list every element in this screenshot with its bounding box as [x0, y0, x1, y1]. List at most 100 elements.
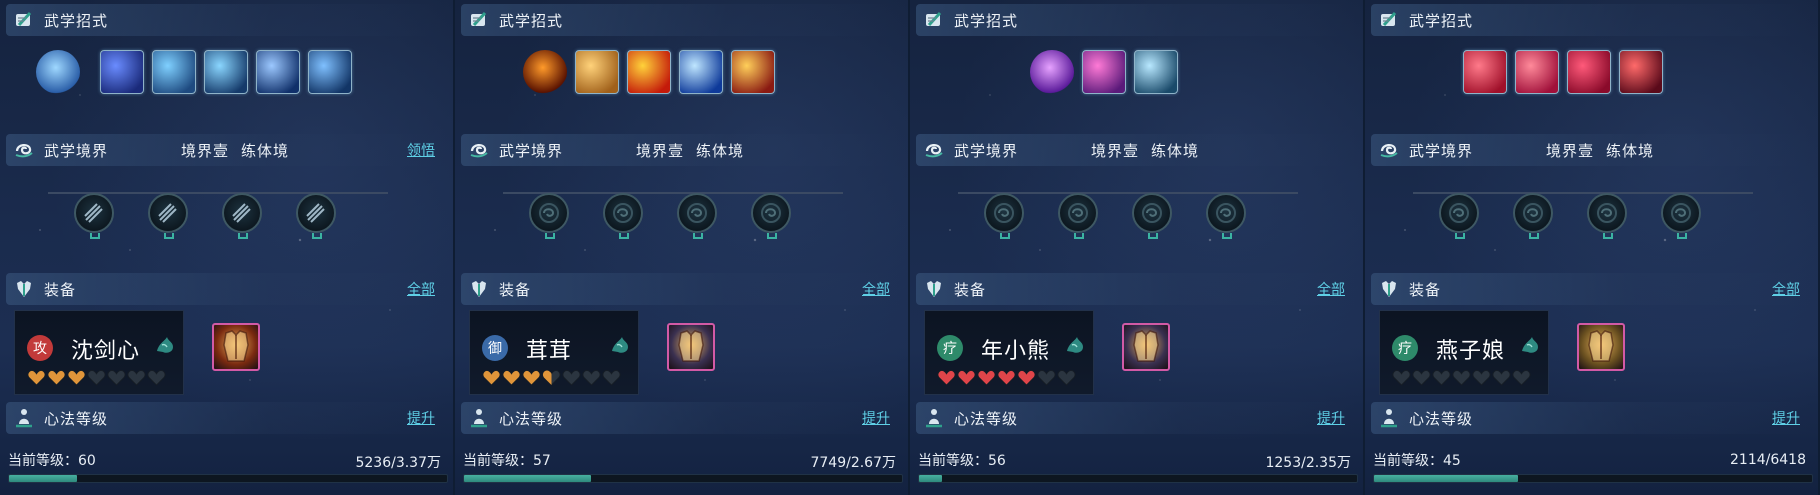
scroll-icon — [468, 9, 490, 31]
hero-panel: 武学招式 武学境界 境界壹 练体境 领悟 装备 全部攻沈剑心 心法等级 提升 当前等级：60 523… — [0, 0, 453, 495]
lightning-strike-icon[interactable] — [256, 50, 300, 94]
locked-swirl-icon — [992, 201, 1016, 225]
purple-spire-icon[interactable] — [1030, 50, 1074, 94]
equip-armor-icon — [1378, 278, 1400, 300]
realm-title: 武学境界 — [499, 141, 564, 160]
role-badge: 攻 — [27, 335, 53, 361]
heart-icon — [1432, 369, 1452, 387]
realm-node[interactable] — [148, 193, 188, 239]
role-badge: 御 — [482, 335, 508, 361]
heart-icon — [67, 369, 87, 387]
meditation-icon — [1378, 407, 1400, 429]
node-stand — [1000, 233, 1010, 239]
upgrade-link[interactable]: 提升 — [407, 408, 435, 428]
heart-icon — [977, 369, 997, 387]
companion-card[interactable]: 御茸茸 — [469, 310, 639, 395]
current-level: 当前等级：57 — [463, 453, 551, 469]
section-icon — [12, 8, 36, 32]
realm-node[interactable] — [677, 193, 717, 239]
locked-swirl-icon — [1140, 201, 1164, 225]
blue-blade-icon[interactable] — [308, 50, 352, 94]
node-stand — [1074, 233, 1084, 239]
upgrade-link[interactable]: 提升 — [862, 408, 890, 428]
equipment-header: 装备 全部 — [461, 273, 902, 305]
equipment-title: 装备 — [499, 280, 532, 299]
mind-title: 心法等级 — [499, 409, 564, 428]
comprehend-link[interactable]: 领悟 — [407, 140, 435, 160]
fire-burst-icon[interactable] — [627, 50, 671, 94]
upgrade-link[interactable]: 提升 — [1772, 408, 1800, 428]
hero-panel: 武学招式 武学境界 境界壹 练体境 装备 全部御茸茸 心法等级 提升 当前等级：57 7749/2… — [455, 0, 908, 495]
crossed-sword-icon — [229, 200, 255, 226]
realm-node[interactable] — [1058, 193, 1098, 239]
all-link[interactable]: 全部 — [1317, 279, 1345, 299]
heart-icon — [1412, 369, 1432, 387]
companion-name: 茸茸 — [526, 339, 573, 364]
equipment-header: 装备 全部 — [1371, 273, 1812, 305]
realm-node[interactable] — [1439, 193, 1479, 239]
shark-fin-icon[interactable] — [1134, 50, 1178, 94]
exp-progress-bar — [918, 474, 1358, 483]
dragon-emblem-icon — [608, 333, 632, 357]
fire-vortex-icon[interactable] — [731, 50, 775, 94]
companion-card[interactable]: 疗燕子娘 — [1379, 310, 1549, 395]
skills-title: 武学招式 — [499, 11, 564, 30]
realm-node[interactable] — [296, 193, 336, 239]
upgrade-link[interactable]: 提升 — [1317, 408, 1345, 428]
equip-armor-icon — [468, 278, 490, 300]
water-wave-icon[interactable] — [152, 50, 196, 94]
swirl-orb-icon[interactable] — [36, 50, 80, 94]
all-link[interactable]: 全部 — [862, 279, 890, 299]
pink-creature-icon[interactable] — [1082, 50, 1126, 94]
red-slash-icon[interactable] — [1463, 50, 1507, 94]
blue-crescent-icon[interactable] — [679, 50, 723, 94]
silver-armor-icon[interactable] — [1122, 323, 1170, 371]
skills-title: 武学招式 — [1409, 11, 1474, 30]
section-icon — [922, 406, 946, 430]
silver-armor-icon[interactable] — [667, 323, 715, 371]
rose-icon[interactable] — [1567, 50, 1611, 94]
locked-swirl-icon — [611, 201, 635, 225]
companion-card[interactable]: 攻沈剑心 — [14, 310, 184, 395]
crimson-dancer-icon[interactable] — [1619, 50, 1663, 94]
realm-node[interactable] — [603, 193, 643, 239]
buddha-face-icon[interactable] — [575, 50, 619, 94]
realm-node[interactable] — [529, 193, 569, 239]
all-link[interactable]: 全部 — [1772, 279, 1800, 299]
ice-wind-icon[interactable] — [204, 50, 248, 94]
node-stand — [90, 233, 100, 239]
heart-icon — [1392, 369, 1412, 387]
exp-value: 2114/6418 — [1730, 452, 1806, 468]
role-badge: 疗 — [937, 335, 963, 361]
realm-node[interactable] — [1513, 193, 1553, 239]
realm-header: 武学境界 境界壹 练体境 领悟 — [6, 134, 447, 166]
blue-slash-icon[interactable] — [100, 50, 144, 94]
realm-node[interactable] — [1661, 193, 1701, 239]
golden-armor-icon[interactable] — [212, 323, 260, 371]
realm-node[interactable] — [1132, 193, 1172, 239]
red-claw-icon[interactable] — [1515, 50, 1559, 94]
locked-swirl-icon — [1447, 201, 1471, 225]
heart-icon — [937, 369, 957, 387]
exp-progress-fill — [1374, 475, 1519, 482]
fire-figure-icon[interactable] — [523, 50, 567, 94]
realm-node[interactable] — [1206, 193, 1246, 239]
realm-node[interactable] — [751, 193, 791, 239]
golden-robe-icon[interactable] — [1577, 323, 1625, 371]
node-stand — [1148, 233, 1158, 239]
realm-node[interactable] — [984, 193, 1024, 239]
mind-header: 心法等级 提升 — [461, 402, 902, 434]
heart-icon — [127, 369, 147, 387]
dagger-icon — [303, 200, 329, 226]
skills-header: 武学招式 — [6, 4, 447, 36]
locked-swirl-icon — [1521, 201, 1545, 225]
heart-icon — [957, 369, 977, 387]
companion-card[interactable]: 疗年小熊 — [924, 310, 1094, 395]
heart-icon — [542, 369, 562, 387]
realm-node[interactable] — [222, 193, 262, 239]
realm-node[interactable] — [74, 193, 114, 239]
mind-header: 心法等级 提升 — [916, 402, 1357, 434]
heart-icon — [602, 369, 622, 387]
all-link[interactable]: 全部 — [407, 279, 435, 299]
realm-node[interactable] — [1587, 193, 1627, 239]
